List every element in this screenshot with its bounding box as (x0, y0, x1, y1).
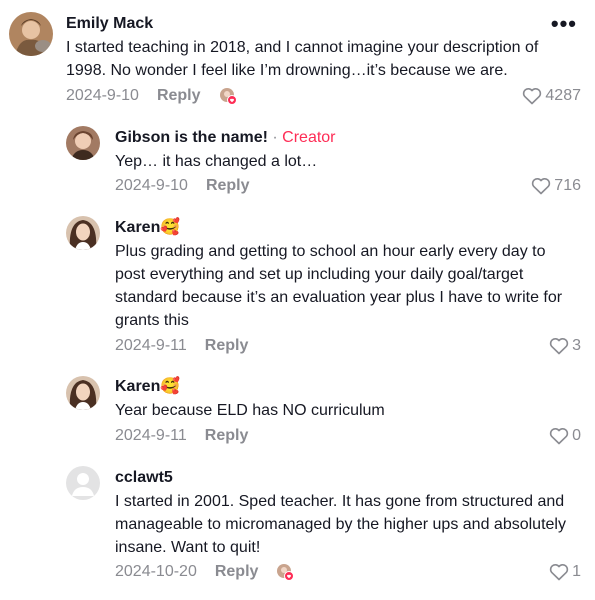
comment-text: I started teaching in 2018, and I cannot… (66, 39, 539, 79)
avatar[interactable] (66, 216, 100, 250)
more-options-icon[interactable]: ••• (551, 13, 577, 35)
like-button[interactable]: 3 (549, 336, 581, 356)
creator-liked-avatar-icon (276, 563, 294, 581)
comment-meta: 2024-9-10 Reply (115, 176, 250, 196)
comment-date: 2024-10-20 (115, 563, 197, 580)
heart-outline-icon (532, 178, 551, 195)
comment-text: Year because ELD has NO curriculum (115, 402, 385, 419)
reply-button[interactable]: Reply (205, 427, 249, 444)
author-name[interactable]: Gibson is the name! (115, 129, 268, 146)
comment-text: I started in 2001. Sped teacher. It has … (115, 493, 566, 556)
avatar[interactable] (66, 376, 100, 410)
comment-author[interactable]: Karen🥰 (115, 218, 180, 238)
comment-author[interactable]: Emily Mack (66, 14, 153, 34)
reply-button[interactable]: Reply (157, 87, 201, 104)
comment-meta: 2024-9-11 Reply (115, 336, 248, 356)
comment-author[interactable]: Karen🥰 (115, 377, 180, 397)
like-count: 716 (554, 177, 581, 194)
comment-text: Plus grading and getting to school an ho… (115, 243, 563, 329)
comment-meta: 2024-9-11 Reply (115, 426, 248, 446)
reply-item: cclawt5 I started in 2001. Sped teacher.… (0, 458, 595, 600)
creator-badge: Creator (282, 129, 336, 146)
reply-item: Karen🥰 Year because ELD has NO curriculu… (0, 368, 595, 458)
avatar[interactable] (66, 466, 100, 500)
like-count: 1 (572, 563, 581, 580)
like-button[interactable]: 716 (531, 176, 581, 196)
comment-author[interactable]: Gibson is the name! · Creator (115, 128, 336, 148)
comment-meta: 2024-10-20 Reply (115, 562, 258, 582)
like-count: 0 (572, 427, 581, 444)
like-button[interactable]: 1 (549, 562, 581, 582)
comment-text: Yep… it has changed a lot… (115, 153, 318, 170)
like-count: 4287 (545, 87, 581, 104)
heart-outline-icon (523, 88, 542, 105)
reply-button[interactable]: Reply (215, 563, 259, 580)
like-button[interactable]: 4287 (522, 86, 581, 106)
avatar[interactable] (66, 126, 100, 160)
avatar[interactable] (9, 12, 53, 56)
heart-outline-icon (549, 428, 569, 445)
creator-liked-avatar-icon (219, 87, 237, 105)
comment-date: 2024-9-10 (66, 87, 139, 104)
comment-date: 2024-9-11 (115, 337, 187, 354)
reply-button[interactable]: Reply (205, 337, 249, 354)
comment-author[interactable]: cclawt5 (115, 468, 173, 488)
like-button[interactable]: 0 (549, 426, 581, 446)
comment-meta: 2024-9-10 Reply (66, 86, 201, 106)
reply-button[interactable]: Reply (206, 177, 250, 194)
comment-date: 2024-9-10 (115, 177, 188, 194)
separator: · (272, 129, 278, 146)
comment-date: 2024-9-11 (115, 427, 187, 444)
comment-item: Emily Mack ••• I started teaching in 201… (0, 0, 595, 118)
reply-item: Gibson is the name! · Creator Yep… it ha… (0, 118, 595, 208)
heart-outline-icon (549, 338, 569, 355)
heart-outline-icon (549, 564, 569, 581)
reply-item: Karen🥰 Plus grading and getting to schoo… (0, 208, 595, 368)
like-count: 3 (572, 337, 581, 354)
